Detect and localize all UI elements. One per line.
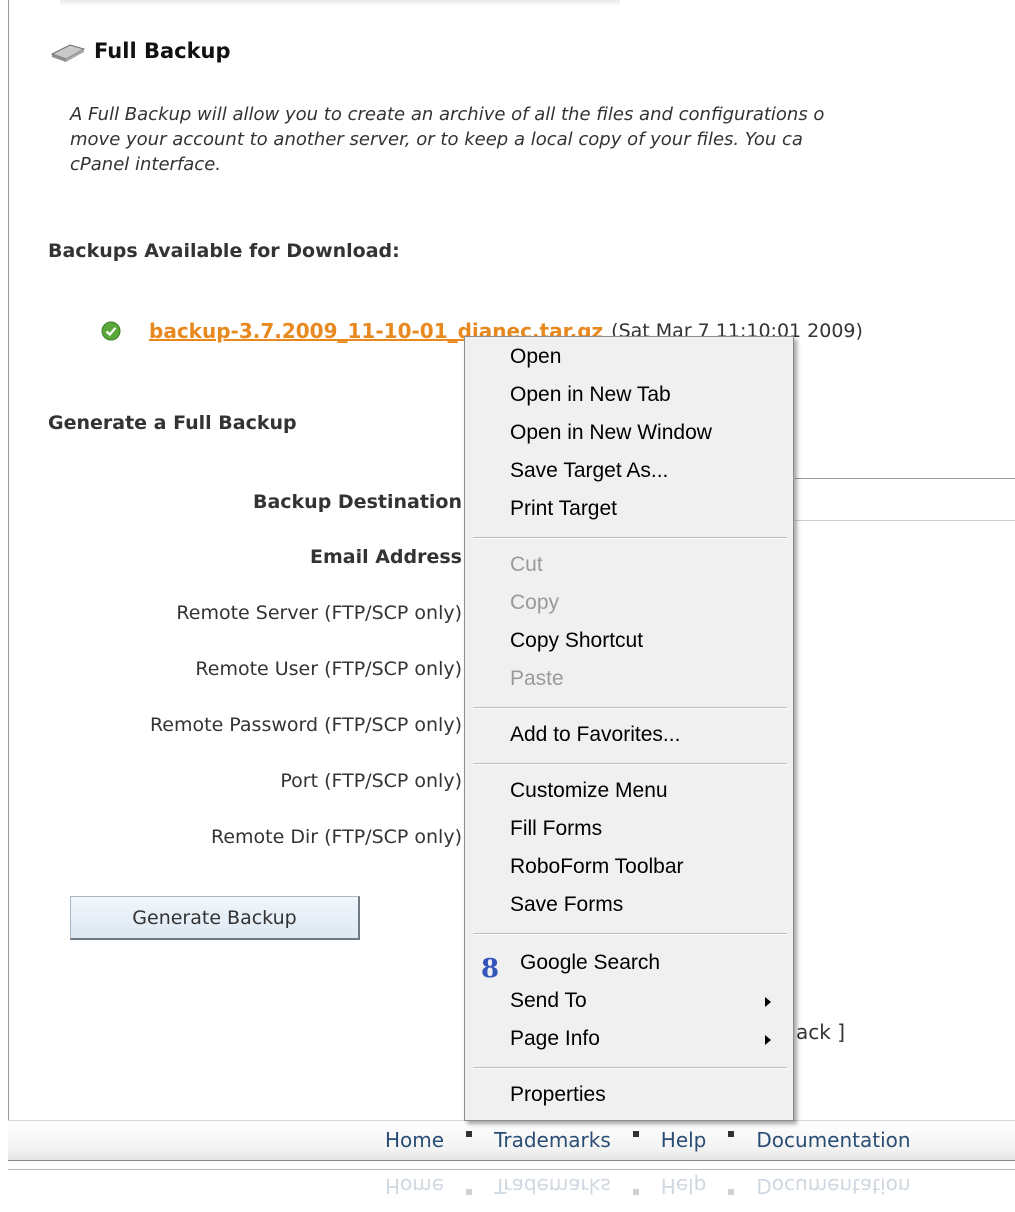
menu-item-paste: Paste [510,667,564,690]
footer-separator [466,1131,473,1137]
footer-reflection-documentation: Documentation [756,1174,911,1198]
submenu-arrow-icon [765,1035,771,1045]
menu-item-fill-forms[interactable]: Fill Forms [510,817,602,841]
menu-item-open[interactable]: Open [510,345,561,369]
menu-item-print-target[interactable]: Print Target [510,497,617,521]
menu-separator [473,707,787,709]
remote-dir-label: Remote Dir (FTP/SCP only) [210,826,462,848]
email-address-label: Email Address [309,546,462,568]
backup-drive-icon [50,44,86,62]
footer-reflection-help: Help [660,1174,707,1198]
generate-backup-button[interactable]: Generate Backup [70,896,360,940]
menu-item-copy-shortcut[interactable]: Copy Shortcut [510,629,643,653]
footer-reflection-trademarks: Trademarks [494,1174,611,1198]
backups-heading: Backups Available for Download: [48,240,400,262]
footer-separator [728,1131,735,1137]
footer-link-home[interactable]: Home [385,1128,444,1152]
go-back-link[interactable]: ack ] [796,1020,845,1044]
intro-line-3: cPanel interface. [70,154,221,175]
menu-item-google-search[interactable]: Google Search [520,951,660,975]
menu-separator [473,763,787,765]
footer-reflection-separator [632,1189,639,1195]
footer-link-documentation[interactable]: Documentation [756,1128,910,1152]
generate-heading: Generate a Full Backup [48,412,297,434]
menu-item-roboform-toolbar[interactable]: RoboForm Toolbar [510,855,684,879]
footer-reflection-separator [728,1189,735,1195]
footer-divider [8,1160,1015,1170]
menu-item-open-new-window[interactable]: Open in New Window [510,421,712,445]
footer-links: Home Trademarks Help Documentation [385,1128,911,1152]
page-header: Full Backup [48,36,231,66]
footer-reflection-separator [466,1189,473,1195]
intro-line-2: move your account to another server, or … [70,129,803,150]
backup-destination-label: Backup Destination [252,491,462,513]
footer-separator [632,1131,639,1137]
check-circle-icon [101,321,121,341]
menu-separator [473,933,787,935]
menu-separator [473,1067,787,1069]
remote-password-label: Remote Password (FTP/SCP only) [149,714,462,736]
context-menu: Open Open in New Tab Open in New Window … [464,336,794,1121]
menu-item-add-favorites[interactable]: Add to Favorites... [510,723,680,747]
intro-text: A Full Backup will allow you to create a… [70,102,1015,177]
remote-user-label: Remote User (FTP/SCP only) [195,658,462,680]
destination-select-top-border [795,478,1015,479]
footer-link-help[interactable]: Help [661,1128,707,1152]
intro-line-1: A Full Backup will allow you to create a… [70,104,825,125]
menu-item-customize-menu[interactable]: Customize Menu [510,779,668,803]
page-title: Full Backup [94,39,231,63]
menu-item-page-info[interactable]: Page Info [510,1027,600,1051]
menu-item-save-forms[interactable]: Save Forms [510,893,623,917]
destination-select-bottom-border [795,520,1015,521]
google-icon: 8 [481,954,500,984]
footer-reflection-home: Home [385,1174,445,1198]
remote-server-label: Remote Server (FTP/SCP only) [176,602,462,624]
menu-item-save-target[interactable]: Save Target As... [510,459,668,483]
menu-item-send-to[interactable]: Send To [510,989,587,1013]
menu-item-open-new-tab[interactable]: Open in New Tab [510,383,671,407]
menu-separator [473,537,787,539]
content-frame-border [8,0,9,1120]
footer-link-trademarks[interactable]: Trademarks [494,1128,611,1152]
menu-item-properties[interactable]: Properties [510,1083,606,1107]
menu-item-copy: Copy [510,591,560,614]
footer-reflection: Home Trademarks Help Documentation [385,1174,911,1198]
menu-item-cut: Cut [510,553,543,576]
port-label: Port (FTP/SCP only) [280,770,462,792]
top-tab-strip [60,0,620,6]
submenu-arrow-icon [765,997,771,1007]
